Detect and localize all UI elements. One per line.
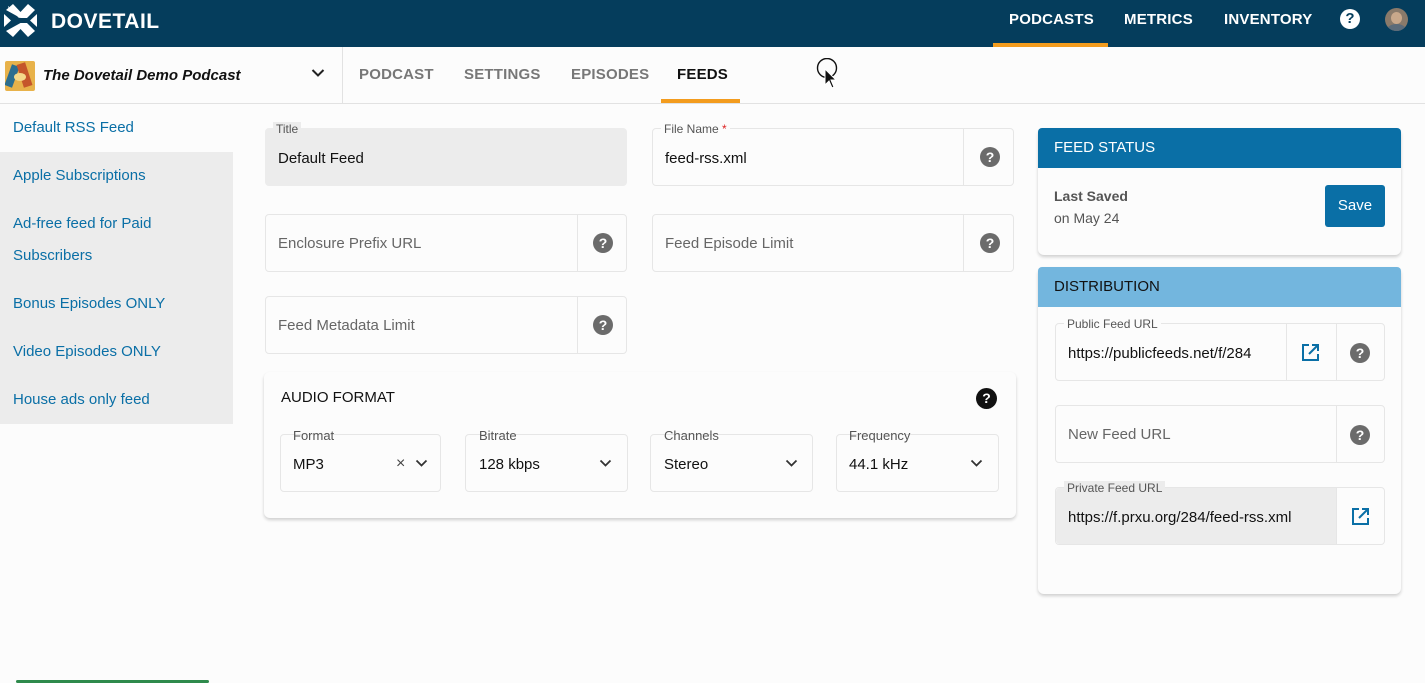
tab-settings[interactable]: SETTINGS	[464, 66, 541, 83]
clear-icon[interactable]: ×	[396, 455, 405, 473]
external-link-icon[interactable]	[1350, 506, 1371, 527]
brand-name[interactable]: DOVETAIL	[51, 10, 160, 34]
dovetail-logo-icon[interactable]	[4, 4, 37, 37]
sidebar-item-video-episodes[interactable]: Video Episodes ONLY	[0, 336, 233, 368]
frequency-value[interactable]: 44.1 kHz	[849, 456, 908, 473]
enclosure-prefix-field[interactable]: Enclosure Prefix URL ?	[265, 214, 627, 272]
external-link-icon[interactable]	[1300, 342, 1321, 363]
bitrate-label: Bitrate	[479, 428, 517, 443]
top-nav-bar: DOVETAIL PODCASTS METRICS INVENTORY ?	[0, 0, 1425, 47]
sidebar-item-ad-free-feed-cont[interactable]: Subscribers	[0, 240, 233, 272]
tab-active-indicator	[661, 99, 740, 103]
private-feed-url-field[interactable]: Private Feed URL https://f.prxu.org/284/…	[1055, 481, 1385, 545]
user-avatar[interactable]	[1385, 8, 1408, 31]
title-value[interactable]: Default Feed	[278, 150, 364, 167]
enclosure-prefix-placeholder[interactable]: Enclosure Prefix URL	[278, 235, 421, 252]
private-feed-url-label: Private Feed URL	[1064, 481, 1166, 495]
help-icon[interactable]: ?	[1340, 9, 1360, 29]
sidebar-item-apple-subscriptions[interactable]: Apple Subscriptions	[0, 160, 233, 192]
nav-inventory[interactable]: INVENTORY	[1224, 11, 1312, 28]
nav-podcasts[interactable]: PODCASTS	[1009, 11, 1094, 28]
help-icon[interactable]: ?	[980, 233, 1000, 253]
feeds-sidebar: Default RSS Feed Apple Subscriptions Ad-…	[0, 104, 233, 424]
format-value[interactable]: MP3	[293, 456, 324, 473]
help-icon[interactable]: ?	[1350, 343, 1370, 363]
channels-label: Channels	[664, 428, 719, 443]
file-name-field[interactable]: File Name * feed-rss.xml ?	[652, 122, 1014, 186]
title-field[interactable]: Title Default Feed	[265, 122, 627, 186]
sidebar-item-house-ads[interactable]: House ads only feed	[0, 384, 233, 416]
podcast-selector[interactable]: The Dovetail Demo Podcast	[0, 47, 343, 103]
new-feed-url-field[interactable]: New Feed URL ?	[1055, 405, 1385, 463]
new-feed-url-placeholder[interactable]: New Feed URL	[1068, 426, 1171, 443]
public-feed-url-field[interactable]: Public Feed URL https://publicfeeds.net/…	[1055, 317, 1385, 381]
nav-metrics[interactable]: METRICS	[1124, 11, 1193, 28]
private-feed-url-value[interactable]: https://f.prxu.org/284/feed-rss.xml	[1068, 509, 1291, 526]
title-label: Title	[273, 122, 302, 136]
public-feed-url-label: Public Feed URL	[1064, 317, 1161, 331]
chevron-down-icon[interactable]	[311, 68, 325, 78]
channels-value[interactable]: Stereo	[664, 456, 708, 473]
sidebar-item-bonus-episodes[interactable]: Bonus Episodes ONLY	[0, 288, 233, 320]
help-icon[interactable]: ?	[593, 233, 613, 253]
help-icon[interactable]: ?	[1350, 425, 1370, 445]
audio-format-title: AUDIO FORMAT	[281, 389, 395, 406]
feed-status-title: FEED STATUS	[1038, 128, 1401, 168]
feed-metadata-limit-placeholder[interactable]: Feed Metadata Limit	[278, 317, 415, 334]
help-icon[interactable]: ?	[976, 388, 997, 409]
bitrate-value[interactable]: 128 kbps	[479, 456, 540, 473]
public-feed-url-value[interactable]: https://publicfeeds.net/f/284	[1068, 345, 1251, 362]
chevron-down-icon[interactable]	[785, 459, 798, 468]
tab-podcast[interactable]: PODCAST	[359, 66, 434, 83]
frequency-label: Frequency	[849, 428, 911, 443]
mouse-cursor-icon	[816, 58, 838, 88]
help-icon[interactable]: ?	[593, 315, 613, 335]
format-label: Format	[293, 428, 335, 443]
required-mark: *	[722, 122, 727, 136]
chevron-down-icon[interactable]	[970, 459, 983, 468]
tab-episodes[interactable]: EPISODES	[571, 66, 649, 83]
distribution-title: DISTRIBUTION	[1038, 267, 1401, 307]
sidebar-item-default-rss-feed[interactable]: Default RSS Feed	[0, 104, 233, 152]
file-name-value[interactable]: feed-rss.xml	[665, 150, 747, 167]
chevron-down-icon[interactable]	[415, 459, 428, 468]
sidebar-item-ad-free-feed[interactable]: Ad-free feed for Paid	[0, 208, 233, 240]
podcast-artwork	[5, 61, 35, 91]
chevron-down-icon[interactable]	[599, 459, 612, 468]
podcast-subnav: The Dovetail Demo Podcast PODCAST SETTIN…	[0, 47, 1425, 104]
last-saved-label: Last Saved	[1054, 188, 1128, 204]
podcast-name: The Dovetail Demo Podcast	[43, 67, 241, 84]
last-saved-value: on May 24	[1054, 210, 1120, 226]
feed-metadata-limit-field[interactable]: Feed Metadata Limit ?	[265, 296, 627, 354]
help-icon[interactable]: ?	[980, 147, 1000, 167]
save-button[interactable]: Save	[1325, 185, 1385, 227]
file-name-label: File Name *	[661, 122, 730, 136]
tab-feeds[interactable]: FEEDS	[677, 66, 728, 83]
feed-episode-limit-placeholder[interactable]: Feed Episode Limit	[665, 235, 793, 252]
feed-episode-limit-field[interactable]: Feed Episode Limit ?	[652, 214, 1014, 272]
